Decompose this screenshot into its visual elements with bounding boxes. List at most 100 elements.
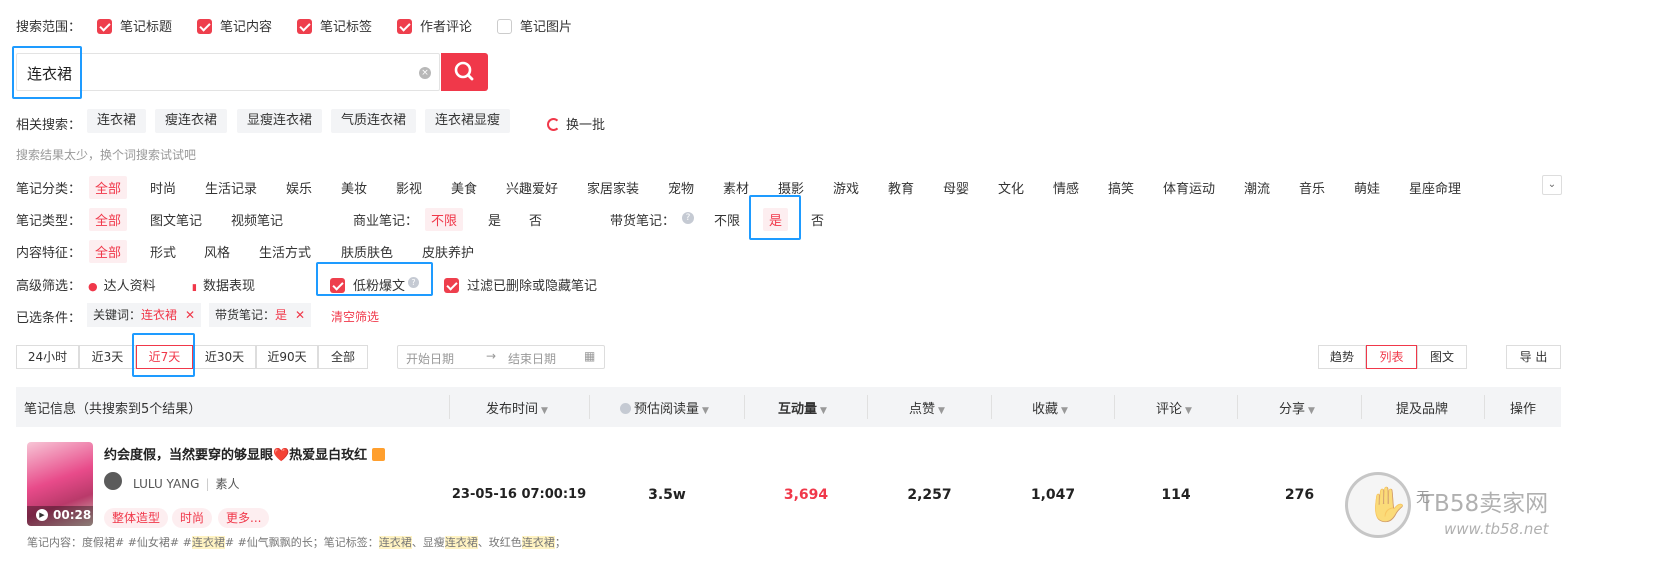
date-range-picker[interactable]: 开始日期 → 结束日期 ▦ (397, 345, 605, 369)
clear-filters-link[interactable]: 清空筛选 (331, 308, 379, 325)
time-option[interactable]: 24小时 (16, 345, 79, 369)
data-filter[interactable]: ▮ 数据表现 (192, 275, 255, 294)
time-option[interactable]: 全部 (318, 345, 368, 369)
col-reads[interactable]: 预估阅读量 ▼ (620, 398, 709, 417)
related-item[interactable]: 连衣裙 (87, 109, 147, 133)
author-line[interactable]: LULU YANG | 素人 (133, 475, 240, 492)
category-item[interactable]: 情感 (1053, 178, 1079, 197)
category-item[interactable]: 文化 (998, 178, 1024, 197)
col-collects[interactable]: 收藏 ▼ (1032, 398, 1068, 417)
highlight-box-search (12, 46, 82, 99)
commercial-label: 商业笔记： (353, 214, 419, 229)
feature-item[interactable]: 生活方式 (259, 242, 311, 261)
goods-item[interactable]: 不限 (714, 210, 740, 229)
caret-down-icon: ▼ (702, 406, 709, 416)
refresh-button[interactable]: 换一批 (547, 114, 605, 133)
note-tag[interactable]: 更多... (218, 508, 270, 528)
col-note-info: 笔记信息（共搜索到5个结果） (24, 402, 202, 417)
category-item[interactable]: 音乐 (1299, 178, 1325, 197)
search-button[interactable] (441, 53, 488, 91)
end-date-input[interactable]: 结束日期 (508, 350, 556, 367)
time-option[interactable]: 近30天 (193, 345, 256, 369)
cell-comments: 114 (1161, 487, 1191, 503)
category-item[interactable]: 星座命理 (1409, 178, 1461, 197)
col-publish-time[interactable]: 发布时间 ▼ (486, 398, 548, 417)
type-item[interactable]: 图文笔记 (150, 210, 202, 229)
time-option[interactable]: 近90天 (256, 345, 318, 369)
scope-option-content[interactable]: 笔记内容 (197, 16, 272, 35)
export-button[interactable]: 导 出 (1506, 345, 1561, 369)
category-item[interactable]: 时尚 (150, 178, 176, 197)
chevron-down-icon[interactable]: ⌄ (1542, 175, 1562, 195)
category-item[interactable]: 美食 (451, 178, 477, 197)
video-duration: 00:28 (53, 508, 92, 522)
commercial-item[interactable]: 否 (529, 210, 542, 229)
talent-filter[interactable]: ● 达人资料 (88, 275, 156, 294)
note-title[interactable]: 约会度假，当然要穿的够显眼❤️热爱显白玫红 (104, 444, 386, 463)
related-item[interactable]: 连衣裙显瘦 (425, 109, 511, 133)
cell-shares: 276 (1284, 487, 1315, 503)
category-item[interactable]: 萌娃 (1354, 178, 1380, 197)
bar-chart-icon: ▮ (192, 283, 197, 293)
feature-item[interactable]: 肤质肤色 (341, 242, 393, 261)
note-tag[interactable]: 时尚 (172, 508, 213, 528)
note-tag[interactable]: 整体造型 (104, 508, 169, 528)
feature-item[interactable]: 形式 (150, 242, 176, 261)
category-item[interactable]: 全部 (89, 176, 128, 199)
related-item[interactable]: 瘦连衣裙 (155, 109, 228, 133)
scope-option-title[interactable]: 笔记标题 (97, 16, 172, 35)
filter-deleted-checkbox[interactable]: 过滤已删除或隐藏笔记 (444, 275, 597, 294)
view-graphic[interactable]: 图文 (1417, 345, 1467, 369)
category-item[interactable]: 潮流 (1244, 178, 1270, 197)
feature-item[interactable]: 风格 (204, 242, 230, 261)
col-comments[interactable]: 评论 ▼ (1156, 398, 1192, 417)
start-date-input[interactable]: 开始日期 (406, 350, 454, 367)
category-item[interactable]: 搞笑 (1108, 178, 1134, 197)
col-interactions[interactable]: 互动量 ▼ (778, 398, 827, 417)
related-item[interactable]: 气质连衣裙 (331, 109, 417, 133)
hand-icon: ✋ (1366, 485, 1409, 525)
goods-label: 带货笔记： (610, 214, 676, 229)
selected-chip-keyword[interactable]: 关键词：连衣裙 ✕ (87, 303, 202, 327)
close-icon[interactable]: ✕ (185, 308, 195, 322)
commercial-item[interactable]: 是 (488, 210, 501, 229)
close-circle-icon[interactable]: × (419, 67, 431, 79)
category-item[interactable]: 体育运动 (1163, 178, 1215, 197)
note-thumbnail[interactable]: ▶ 00:28 (27, 442, 93, 526)
col-divider (1484, 395, 1485, 419)
category-item[interactable]: 影视 (396, 178, 422, 197)
time-option[interactable]: 近3天 (79, 345, 136, 369)
type-item[interactable]: 视频笔记 (231, 210, 283, 229)
category-item[interactable]: 娱乐 (286, 178, 312, 197)
category-item[interactable]: 素材 (723, 178, 749, 197)
type-item[interactable]: 全部 (89, 208, 128, 231)
scope-option-comments[interactable]: 作者评论 (397, 16, 472, 35)
category-item[interactable]: 兴趣爱好 (506, 178, 558, 197)
view-list[interactable]: 列表 (1366, 345, 1417, 369)
help-icon[interactable]: ? (682, 212, 694, 224)
feature-item[interactable]: 全部 (89, 240, 128, 263)
col-likes[interactable]: 点赞 ▼ (909, 398, 945, 417)
category-item[interactable]: 母婴 (943, 178, 969, 197)
commercial-item[interactable]: 不限 (425, 208, 464, 231)
goods-item[interactable]: 否 (811, 210, 824, 229)
category-item[interactable]: 生活记录 (205, 178, 257, 197)
scope-option-tags[interactable]: 笔记标签 (297, 16, 372, 35)
scope-option-images[interactable]: 笔记图片 (497, 16, 572, 35)
category-item[interactable]: 家居家装 (587, 178, 639, 197)
avatar[interactable] (104, 472, 122, 490)
category-item[interactable]: 游戏 (833, 178, 859, 197)
category-item[interactable]: 美妆 (341, 178, 367, 197)
close-icon[interactable]: ✕ (295, 308, 305, 322)
col-divider (744, 395, 745, 419)
scope-label: 搜索范围： (16, 20, 82, 35)
related-item[interactable]: 显瘦连衣裙 (237, 109, 323, 133)
category-item[interactable]: 宠物 (668, 178, 694, 197)
caret-down-icon: ▼ (1061, 406, 1068, 416)
col-divider (991, 395, 992, 419)
selected-chip-goods[interactable]: 带货笔记：是 ✕ (209, 303, 312, 327)
view-trend[interactable]: 趋势 (1318, 345, 1366, 369)
col-shares[interactable]: 分享 ▼ (1279, 398, 1315, 417)
category-item[interactable]: 教育 (888, 178, 914, 197)
feature-item[interactable]: 皮肤养护 (422, 242, 474, 261)
